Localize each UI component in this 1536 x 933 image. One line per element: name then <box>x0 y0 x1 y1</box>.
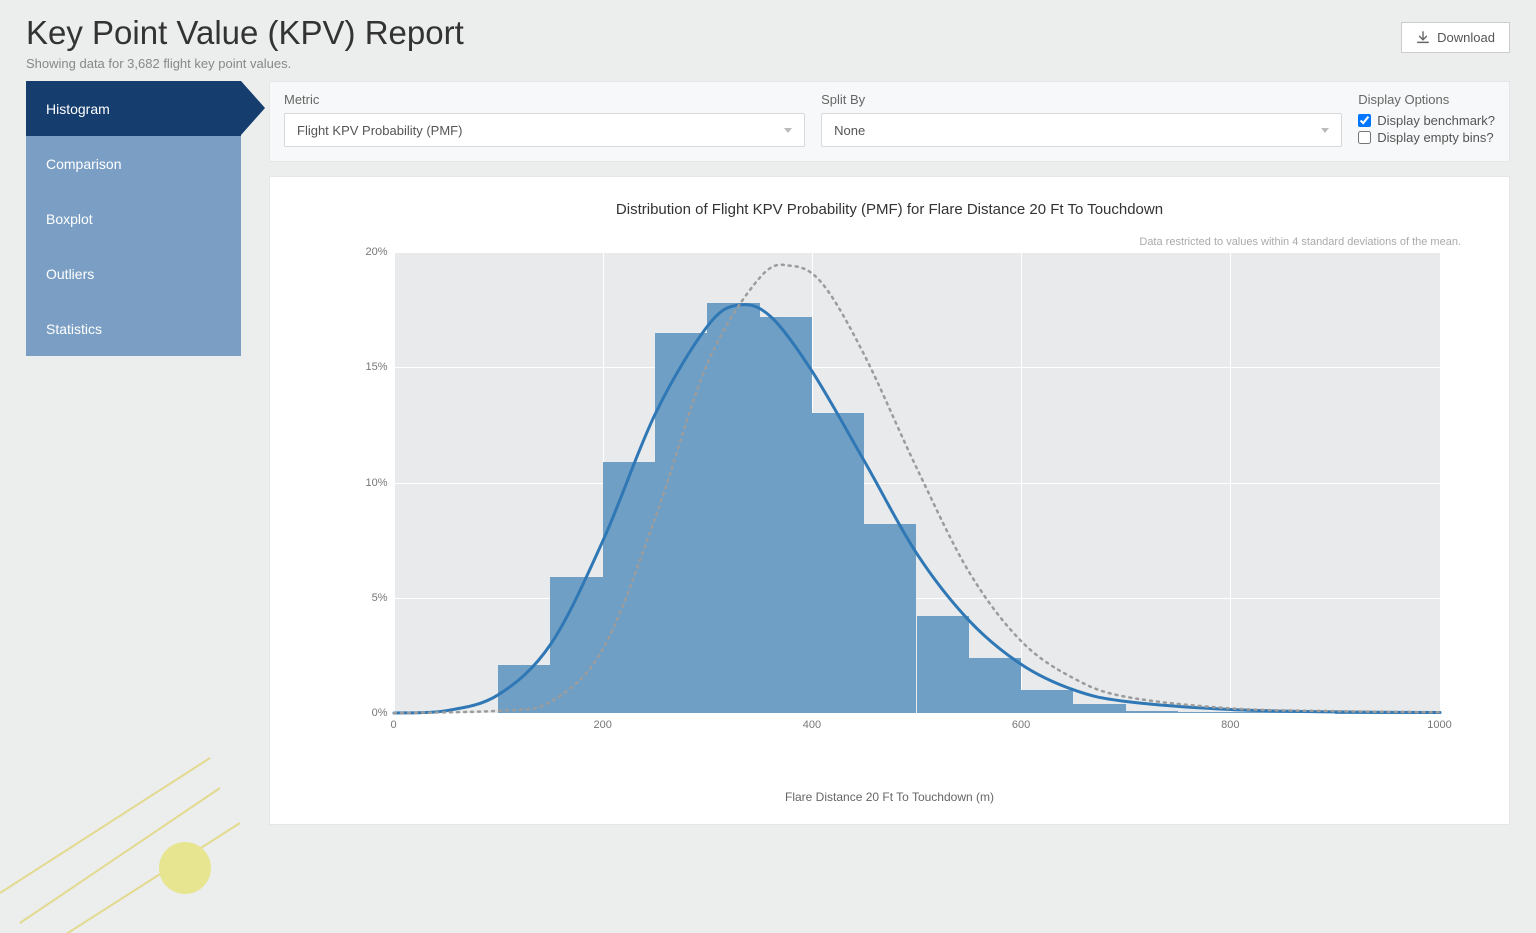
tab-histogram[interactable]: Histogram <box>26 81 241 136</box>
y-tick: 0% <box>372 707 388 719</box>
tab-outliers[interactable]: Outliers <box>26 246 241 301</box>
metric-value: Flight KPV Probability (PMF) <box>297 123 462 138</box>
x-tick: 800 <box>1221 719 1239 731</box>
page-title: Key Point Value (KPV) Report <box>26 14 464 52</box>
display-options-label: Display Options <box>1358 92 1495 107</box>
x-tick: 400 <box>803 719 821 731</box>
display-empty-bins-toggle[interactable]: Display empty bins? <box>1358 130 1495 145</box>
x-tick: 1000 <box>1427 719 1451 731</box>
y-tick: 10% <box>365 477 387 489</box>
tab-boxplot[interactable]: Boxplot <box>26 191 241 246</box>
x-tick: 200 <box>594 719 612 731</box>
splitby-select[interactable]: None <box>821 113 1342 147</box>
x-axis-label: Flare Distance 20 Ft To Touchdown (m) <box>785 790 994 804</box>
chart-panel: Distribution of Flight KPV Probability (… <box>269 176 1510 825</box>
page-subtitle: Showing data for 3,682 flight key point … <box>26 56 464 71</box>
chevron-down-icon <box>1321 128 1329 133</box>
x-tick: 0 <box>390 719 396 731</box>
plot-area[interactable]: 0%5%10%15%20%02004006008001000 <box>394 252 1440 714</box>
splitby-value: None <box>834 123 865 138</box>
tab-comparison[interactable]: Comparison <box>26 136 241 191</box>
display-empty-bins-checkbox[interactable] <box>1358 131 1371 144</box>
fitted-curve <box>394 305 1440 713</box>
splitby-label: Split By <box>821 92 1342 107</box>
download-label: Download <box>1437 30 1495 45</box>
tab-statistics[interactable]: Statistics <box>26 301 241 356</box>
chart-controls: Metric Flight KPV Probability (PMF) Spli… <box>269 81 1510 162</box>
y-tick: 20% <box>365 246 387 258</box>
chart-title: Distribution of Flight KPV Probability (… <box>616 201 1163 218</box>
view-tabs: HistogramComparisonBoxplotOutliersStatis… <box>26 81 241 825</box>
metric-select[interactable]: Flight KPV Probability (PMF) <box>284 113 805 147</box>
overlay-curves <box>394 252 1440 713</box>
chart: Flight KPV Probability (PMF) 0%5%10%15%2… <box>340 252 1440 762</box>
y-tick: 15% <box>365 361 387 373</box>
y-tick: 5% <box>372 592 388 604</box>
display-benchmark-checkbox[interactable] <box>1358 114 1371 127</box>
download-icon <box>1416 31 1430 45</box>
x-tick: 600 <box>1012 719 1030 731</box>
metric-label: Metric <box>284 92 805 107</box>
chevron-down-icon <box>784 128 792 133</box>
display-benchmark-toggle[interactable]: Display benchmark? <box>1358 113 1495 128</box>
download-button[interactable]: Download <box>1401 22 1510 53</box>
chart-note: Data restricted to values within 4 stand… <box>1139 236 1461 248</box>
